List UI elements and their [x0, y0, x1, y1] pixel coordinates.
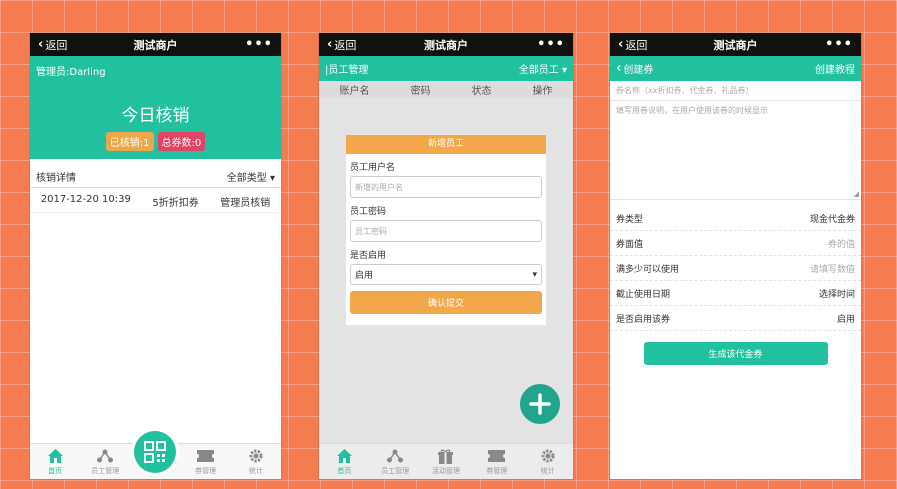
back-button[interactable]: ‹ 返回 [327, 37, 356, 53]
home-icon [47, 448, 63, 464]
more-menu-icon[interactable]: ••• [537, 37, 565, 52]
gift-icon [438, 448, 454, 464]
bottom-tabbar: 首页 员工管理 活动管理 券管理 统计 [319, 443, 573, 479]
generate-coupon-button[interactable]: 生成该代金券 [643, 342, 828, 365]
phone-verification-screen: ‹ 返回 测试商户 ••• 管理员:Darling 今日核销 已核销:1 总券数… [30, 33, 281, 479]
qr-scan-icon [144, 441, 166, 463]
tab-staff[interactable]: 员工管理 [374, 448, 416, 476]
username-input[interactable]: 新增的用户名 [350, 176, 542, 198]
gear-icon [541, 448, 555, 464]
submit-button[interactable]: 确认提交 [350, 291, 542, 314]
page-title: 测试商户 [713, 38, 758, 52]
password-input[interactable]: 员工密码 [350, 220, 542, 242]
home-icon [336, 448, 352, 464]
staff-icon [97, 448, 114, 464]
field-coupon-type[interactable]: 券类型 现金代金券 [610, 206, 861, 231]
col-account: 账户名 [339, 86, 370, 97]
plus-icon [529, 393, 551, 415]
add-staff-button[interactable] [520, 384, 560, 424]
back-label: 返回 [625, 38, 648, 52]
tutorial-link[interactable]: 创建教程 [815, 61, 855, 76]
tab-home[interactable]: 首页 [323, 448, 365, 476]
create-coupon-back[interactable]: ‹ 创建券 [616, 61, 653, 76]
section-title: 核销详情 [36, 173, 76, 184]
coupon-desc-textarea[interactable]: 填写用券说明，在用户使用该券的时候显示 ◢ [610, 101, 861, 200]
coupon-name-input[interactable]: 券名称（xx折扣券、代金券、礼品券） [610, 81, 861, 101]
chevron-left-icon: ‹ [38, 37, 44, 52]
field-face-value[interactable]: 券面值 券的值 [610, 231, 861, 256]
field-enabled[interactable]: 是否启用该券 启用 [610, 306, 861, 331]
tab-stats[interactable]: 统计 [235, 448, 277, 476]
col-action: 操作 [532, 86, 553, 97]
admin-label: 管理员:Darling [36, 67, 106, 78]
col-status: 状态 [471, 86, 492, 97]
coupon-icon [197, 448, 215, 464]
back-button[interactable]: ‹ 返回 [38, 37, 67, 53]
summary-hero: 管理员:Darling 今日核销 已核销:1 总券数:0 [30, 56, 281, 159]
coupon-form: 券类型 现金代金券 券面值 券的值 满多少可以使用 请填写数值 截止使用日期 选… [610, 206, 861, 331]
status-topbar: ‹ 返回 测试商户 ••• [30, 33, 281, 56]
status-topbar: ‹ 返回 测试商户 ••• [319, 33, 573, 56]
phone-create-coupon-screen: ‹ 返回 测试商户 ••• ‹ 创建券 创建教程 券名称（xx折扣券、代金券、礼… [610, 33, 861, 479]
back-button[interactable]: ‹ 返回 [618, 37, 647, 53]
status-topbar: ‹ 返回 测试商户 ••• [610, 33, 861, 56]
tab-coupons[interactable]: 券管理 [476, 448, 518, 476]
tab-staff[interactable]: 员工管理 [84, 448, 126, 476]
create-coupon-header: ‹ 创建券 创建教程 [610, 56, 861, 81]
chevron-left-icon: ‹ [618, 37, 624, 52]
password-label: 员工密码 [350, 207, 387, 217]
detail-header: 核销详情 全部类型 ▾ [30, 159, 281, 188]
row-time: 2017-12-20 10:39 [40, 194, 131, 205]
table-header: 账户名 密码 状态 操作 [319, 81, 573, 98]
staff-header: |员工管理 全部员工 ▾ [319, 56, 573, 81]
add-staff-modal: 新增员工 员工用户名 新增的用户名 员工密码 员工密码 是否启用 启用 ▾ 确认… [346, 135, 546, 325]
more-menu-icon[interactable]: ••• [825, 37, 853, 52]
today-verify-title: 今日核销 [121, 106, 190, 126]
phone-staff-screen: ‹ 返回 测试商户 ••• |员工管理 全部员工 ▾ 账户名 密码 状态 操作 … [319, 33, 573, 479]
page-title: 测试商户 [133, 38, 178, 52]
tab-home[interactable]: 首页 [34, 448, 76, 476]
field-min-spend[interactable]: 满多少可以使用 请填写数值 [610, 256, 861, 281]
tab-stats[interactable]: 统计 [527, 448, 569, 476]
enabled-select[interactable]: 启用 ▾ [350, 264, 542, 285]
staff-title: |员工管理 [325, 65, 369, 76]
scan-qr-button[interactable] [134, 431, 176, 473]
tab-activities[interactable]: 活动管理 [425, 448, 467, 476]
row-verifier: 管理员核销 [220, 198, 271, 209]
row-coupon: 5折折扣券 [152, 198, 199, 209]
back-label: 返回 [334, 38, 357, 52]
staff-icon [387, 448, 404, 464]
tab-coupons[interactable]: 券管理 [185, 448, 227, 476]
total-coupons-badge: 总券数:0 [157, 132, 206, 151]
back-label: 返回 [45, 38, 68, 52]
username-label: 员工用户名 [350, 163, 396, 173]
gear-icon [249, 448, 263, 464]
col-password: 密码 [410, 86, 431, 97]
chevron-left-icon: ‹ [327, 37, 333, 52]
verified-count-badge: 已核销:1 [105, 132, 154, 151]
page-title: 测试商户 [424, 38, 468, 52]
chevron-down-icon: ▾ [532, 269, 537, 280]
coupon-icon [488, 448, 506, 464]
enabled-label: 是否启用 [350, 251, 387, 261]
resize-handle-icon[interactable]: ◢ [854, 190, 859, 198]
field-expiry-date[interactable]: 截止使用日期 选择时间 [610, 281, 861, 306]
more-menu-icon[interactable]: ••• [245, 37, 273, 52]
table-row[interactable]: 2017-12-20 10:39 5折折扣券 管理员核销 [30, 188, 281, 213]
staff-filter-dropdown[interactable]: 全部员工 ▾ [519, 61, 567, 76]
modal-title: 新增员工 [346, 135, 546, 154]
type-filter-dropdown[interactable]: 全部类型 ▾ [227, 169, 275, 184]
chevron-left-icon: ‹ [616, 61, 622, 76]
